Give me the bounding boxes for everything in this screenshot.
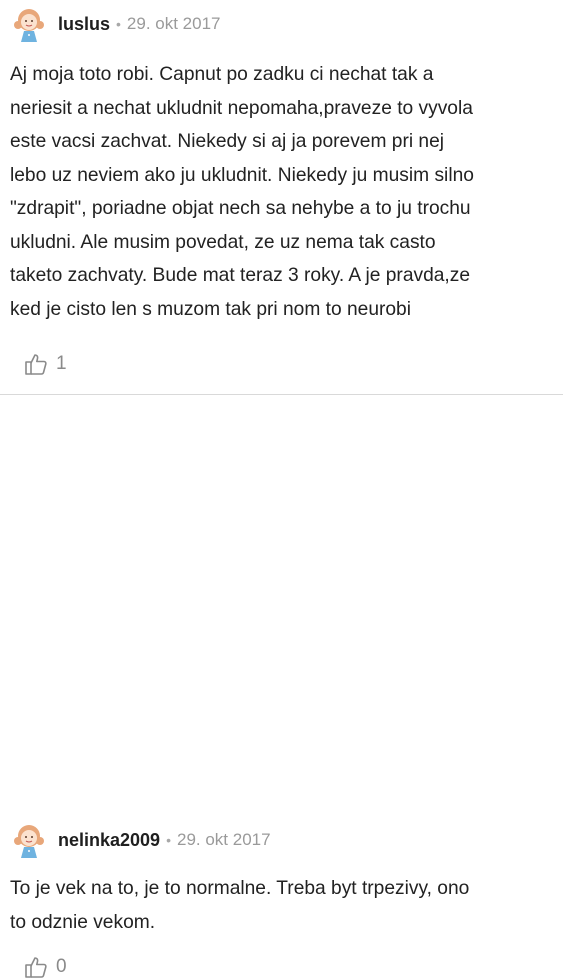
comment-date: 29. okt 2017 — [126, 14, 221, 33]
comment-item: nelinka2009 • 29. okt 2017 To je vek na … — [0, 395, 563, 978]
girl-avatar-icon[interactable] — [10, 5, 48, 43]
comment-date: 29. okt 2017 — [176, 830, 271, 849]
comment-header: nelinka2009 • 29. okt 2017 — [10, 820, 271, 860]
like-button[interactable]: 0 — [24, 955, 67, 979]
comment-author[interactable]: luslus — [58, 14, 110, 35]
thumbs-up-icon[interactable] — [24, 955, 48, 979]
comment-text: To je vek na to, je to normalne. Treba b… — [10, 878, 470, 933]
thumbs-up-icon[interactable] — [24, 352, 48, 376]
meta-separator: • — [166, 832, 171, 848]
like-count: 0 — [56, 956, 67, 977]
comment-author[interactable]: nelinka2009 — [58, 830, 160, 851]
like-count: 1 — [56, 353, 67, 374]
girl-avatar-icon[interactable] — [10, 821, 48, 859]
like-button[interactable]: 1 — [24, 352, 67, 376]
comment-item: luslus • 29. okt 2017 Aj moja toto robi.… — [0, 0, 563, 395]
comment-header: luslus • 29. okt 2017 — [10, 4, 221, 44]
comment-text: Aj moja toto robi. Capnut po zadku ci ne… — [10, 64, 474, 320]
meta-separator: • — [116, 16, 121, 32]
